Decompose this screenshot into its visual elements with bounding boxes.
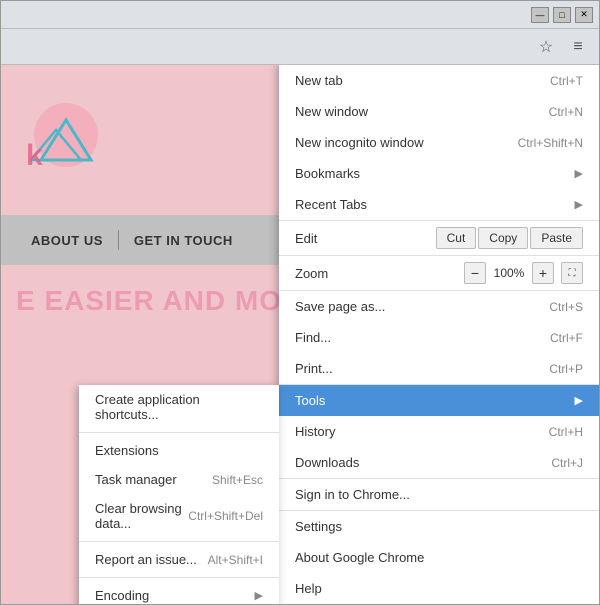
menu-new-window-label: New window bbox=[295, 104, 368, 119]
edit-label: Edit bbox=[295, 231, 317, 246]
submenu-encoding-label: Encoding bbox=[95, 588, 149, 603]
edit-row: Edit Cut Copy Paste bbox=[279, 221, 599, 256]
menu-find[interactable]: Find... Ctrl+F bbox=[279, 322, 599, 353]
zoom-label: Zoom bbox=[295, 266, 328, 281]
menu-sign-in[interactable]: Sign in to Chrome... bbox=[279, 479, 599, 511]
title-bar: — □ ✕ bbox=[1, 1, 599, 29]
submenu-encoding[interactable]: Encoding ▶ bbox=[79, 581, 279, 604]
browser-toolbar: ☆ ≡ bbox=[1, 29, 599, 65]
submenu-clear-browsing[interactable]: Clear browsing data... Ctrl+Shift+Del bbox=[79, 494, 279, 538]
zoom-minus-button[interactable]: − bbox=[464, 262, 486, 284]
menu-settings-label: Settings bbox=[295, 519, 342, 534]
menu-new-window[interactable]: New window Ctrl+N bbox=[279, 96, 599, 127]
menu-save-page[interactable]: Save page as... Ctrl+S bbox=[279, 291, 599, 322]
maximize-button[interactable]: □ bbox=[553, 7, 571, 23]
menu-about-chrome-label: About Google Chrome bbox=[295, 550, 424, 565]
menu-bookmarks-label: Bookmarks bbox=[295, 166, 360, 181]
cut-button[interactable]: Cut bbox=[436, 227, 477, 249]
menu-sign-in-label: Sign in to Chrome... bbox=[295, 487, 410, 502]
window-controls: — □ ✕ bbox=[531, 7, 593, 23]
menu-recent-tabs[interactable]: Recent Tabs ▶ bbox=[279, 189, 599, 221]
recent-tabs-arrow-icon: ▶ bbox=[575, 198, 583, 211]
submenu-separator-2 bbox=[79, 541, 279, 542]
zoom-row: Zoom − 100% + ⛶ bbox=[279, 256, 599, 291]
menu-history-label: History bbox=[295, 424, 335, 439]
zoom-value: 100% bbox=[489, 266, 529, 280]
submenu-separator-3 bbox=[79, 577, 279, 578]
menu-save-page-shortcut: Ctrl+S bbox=[549, 300, 583, 314]
menu-history[interactable]: History Ctrl+H bbox=[279, 416, 599, 447]
tools-submenu: Create application shortcuts... Extensio… bbox=[79, 385, 279, 604]
bookmarks-arrow-icon: ▶ bbox=[575, 167, 583, 180]
submenu-task-manager-label: Task manager bbox=[95, 472, 177, 487]
star-icon[interactable]: ☆ bbox=[533, 34, 559, 60]
submenu-extensions[interactable]: Extensions bbox=[79, 436, 279, 465]
menu-downloads[interactable]: Downloads Ctrl+J bbox=[279, 447, 599, 479]
menu-tools-label: Tools bbox=[295, 393, 325, 408]
encoding-arrow-icon: ▶ bbox=[255, 589, 263, 602]
menu-print[interactable]: Print... Ctrl+P bbox=[279, 353, 599, 385]
submenu-create-app[interactable]: Create application shortcuts... bbox=[79, 385, 279, 429]
submenu-task-manager-shortcut: Shift+Esc bbox=[212, 473, 263, 487]
submenu-report-issue-shortcut: Alt+Shift+I bbox=[208, 553, 263, 567]
submenu-extensions-label: Extensions bbox=[95, 443, 159, 458]
menu-new-incognito-label: New incognito window bbox=[295, 135, 424, 150]
logo-svg: k bbox=[21, 100, 111, 180]
submenu-clear-browsing-label: Clear browsing data... bbox=[95, 501, 188, 531]
menu-new-incognito-shortcut: Ctrl+Shift+N bbox=[518, 136, 583, 150]
menu-new-tab[interactable]: New tab Ctrl+T bbox=[279, 65, 599, 96]
menu-help-label: Help bbox=[295, 581, 322, 596]
menu-bookmarks[interactable]: Bookmarks ▶ bbox=[279, 158, 599, 189]
submenu-create-app-label: Create application shortcuts... bbox=[95, 392, 263, 422]
tools-arrow-icon: ▶ bbox=[575, 394, 583, 407]
browser-menu: New tab Ctrl+T New window Ctrl+N New inc… bbox=[279, 65, 599, 604]
submenu-report-issue[interactable]: Report an issue... Alt+Shift+I bbox=[79, 545, 279, 574]
menu-help[interactable]: Help bbox=[279, 573, 599, 604]
submenu-task-manager[interactable]: Task manager Shift+Esc bbox=[79, 465, 279, 494]
zoom-plus-button[interactable]: + bbox=[532, 262, 554, 284]
menu-new-window-shortcut: Ctrl+N bbox=[549, 105, 583, 119]
nav-about-us[interactable]: ABOUT US bbox=[16, 233, 118, 248]
menu-recent-tabs-label: Recent Tabs bbox=[295, 197, 367, 212]
submenu-clear-browsing-shortcut: Ctrl+Shift+Del bbox=[188, 509, 263, 523]
menu-print-shortcut: Ctrl+P bbox=[549, 362, 583, 376]
zoom-fullscreen-button[interactable]: ⛶ bbox=[561, 262, 583, 284]
submenu-separator-1 bbox=[79, 432, 279, 433]
menu-find-shortcut: Ctrl+F bbox=[550, 331, 583, 345]
tools-row-container: Tools ▶ Create application shortcuts... … bbox=[279, 385, 599, 416]
menu-save-page-label: Save page as... bbox=[295, 299, 385, 314]
menu-downloads-shortcut: Ctrl+J bbox=[551, 456, 583, 470]
menu-about-chrome[interactable]: About Google Chrome bbox=[279, 542, 599, 573]
zoom-controls: − 100% + ⛶ bbox=[464, 262, 583, 284]
website-content: k ABOUT US GET IN TOUCH E EASIER AND MOR… bbox=[1, 65, 599, 604]
menu-find-label: Find... bbox=[295, 330, 331, 345]
submenu-report-issue-label: Report an issue... bbox=[95, 552, 197, 567]
menu-print-label: Print... bbox=[295, 361, 333, 376]
menu-icon[interactable]: ≡ bbox=[565, 34, 591, 60]
menu-settings[interactable]: Settings bbox=[279, 511, 599, 542]
paste-button[interactable]: Paste bbox=[530, 227, 583, 249]
copy-button[interactable]: Copy bbox=[478, 227, 528, 249]
minimize-button[interactable]: — bbox=[531, 7, 549, 23]
menu-new-tab-shortcut: Ctrl+T bbox=[550, 74, 583, 88]
menu-tools[interactable]: Tools ▶ bbox=[279, 385, 599, 416]
menu-new-tab-label: New tab bbox=[295, 73, 343, 88]
nav-get-in-touch[interactable]: GET IN TOUCH bbox=[119, 233, 248, 248]
svg-text:k: k bbox=[26, 139, 43, 172]
menu-history-shortcut: Ctrl+H bbox=[549, 425, 583, 439]
menu-downloads-label: Downloads bbox=[295, 455, 359, 470]
close-button[interactable]: ✕ bbox=[575, 7, 593, 23]
menu-new-incognito[interactable]: New incognito window Ctrl+Shift+N bbox=[279, 127, 599, 158]
browser-window: — □ ✕ ☆ ≡ k ABO bbox=[0, 0, 600, 605]
logo-area: k bbox=[21, 100, 111, 180]
edit-buttons: Cut Copy Paste bbox=[436, 227, 583, 249]
